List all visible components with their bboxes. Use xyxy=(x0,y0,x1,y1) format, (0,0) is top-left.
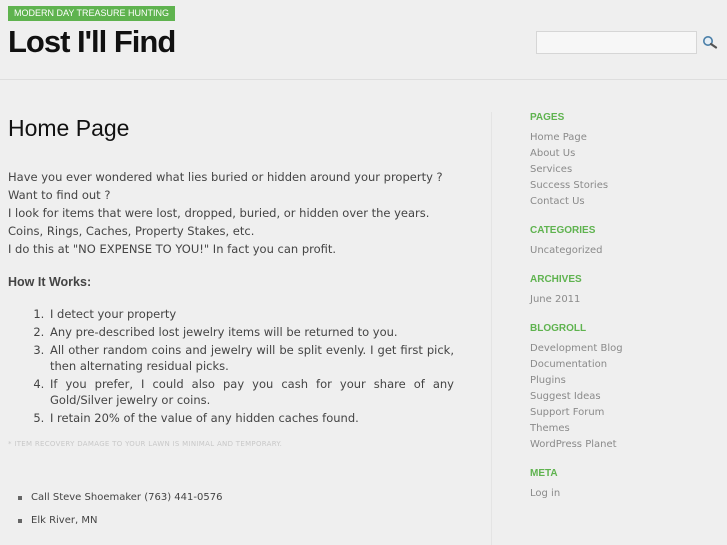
bullet-icon xyxy=(18,518,22,523)
widget-blogroll: BLOGROLL Development Blog Documentation … xyxy=(530,319,720,453)
intro-line: Want to find out ? xyxy=(8,188,111,202)
widget-title: ARCHIVES xyxy=(530,274,582,285)
sidebar-link-success-stories[interactable]: Success Stories xyxy=(530,178,720,194)
step-item: Any pre-described lost jewelry items wil… xyxy=(48,324,454,340)
bullet-icon xyxy=(18,495,22,500)
site-header: MODERN DAY TREASURE HUNTING Lost I'll Fi… xyxy=(0,0,727,80)
widget-title: CATEGORIES xyxy=(530,225,596,236)
contact-phone: Call Steve Shoemaker (763) 441-0576 xyxy=(31,492,223,503)
how-it-works-heading: How It Works: xyxy=(8,275,92,289)
sidebar-link-uncategorized[interactable]: Uncategorized xyxy=(530,243,720,259)
intro-line: I do this at "NO EXPENSE TO YOU!" In fac… xyxy=(8,242,337,256)
site-tagline: MODERN DAY TREASURE HUNTING xyxy=(8,6,176,21)
widget-archives: ARCHIVES June 2011 xyxy=(530,270,720,308)
sidebar-link-about-us[interactable]: About Us xyxy=(530,146,720,162)
step-item: If you prefer, I could also pay you cash… xyxy=(48,376,454,408)
sidebar-link-themes[interactable]: Themes xyxy=(530,421,720,437)
sidebar: PAGES Home Page About Us Services Succes… xyxy=(530,108,720,513)
intro-line: Have you ever wondered what lies buried … xyxy=(8,170,443,184)
sidebar-link-development-blog[interactable]: Development Blog xyxy=(530,341,720,357)
magnifier-icon xyxy=(703,35,718,49)
contact-item: Elk River, MN xyxy=(18,509,468,532)
step-item: All other random coins and jewelry will … xyxy=(48,342,454,374)
widget-title: META xyxy=(530,468,558,479)
contact-location: Elk River, MN xyxy=(31,515,98,526)
intro-text: Have you ever wondered what lies buried … xyxy=(8,168,468,258)
widget-pages: PAGES Home Page About Us Services Succes… xyxy=(530,108,720,210)
page-title: Home Page xyxy=(8,115,130,141)
sidebar-link-log-in[interactable]: Log in xyxy=(530,486,720,502)
sidebar-link-plugins[interactable]: Plugins xyxy=(530,373,720,389)
contact-item: Call Steve Shoemaker (763) 441-0576 xyxy=(18,486,468,509)
intro-line: Coins, Rings, Caches, Property Stakes, e… xyxy=(8,224,255,238)
site-title-link[interactable]: Lost I'll Find xyxy=(8,24,176,60)
contact-list: Call Steve Shoemaker (763) 441-0576 Elk … xyxy=(8,486,468,532)
widget-categories: CATEGORIES Uncategorized xyxy=(530,221,720,259)
step-item: I detect your property xyxy=(48,306,454,322)
search-button[interactable] xyxy=(700,34,720,52)
step-item: I retain 20% of the value of any hidden … xyxy=(48,410,454,426)
widget-title: PAGES xyxy=(530,112,565,123)
widget-meta: META Log in xyxy=(530,464,720,502)
sidebar-link-support-forum[interactable]: Support Forum xyxy=(530,405,720,421)
steps-list: I detect your property Any pre-described… xyxy=(8,306,454,426)
main-content: Home Page Have you ever wondered what li… xyxy=(8,100,468,532)
sidebar-link-home-page[interactable]: Home Page xyxy=(530,130,720,146)
column-divider xyxy=(491,112,492,545)
sidebar-link-documentation[interactable]: Documentation xyxy=(530,357,720,373)
sidebar-link-contact-us[interactable]: Contact Us xyxy=(530,194,720,210)
sidebar-link-june-2011[interactable]: June 2011 xyxy=(530,292,720,308)
intro-line: I look for items that were lost, dropped… xyxy=(8,206,430,220)
search-input[interactable] xyxy=(536,31,697,54)
widget-title: BLOGROLL xyxy=(530,323,587,334)
sidebar-link-services[interactable]: Services xyxy=(530,162,720,178)
sidebar-link-wordpress-planet[interactable]: WordPress Planet xyxy=(530,437,720,453)
footnote: * ITEM RECOVERY DAMAGE TO YOUR LAWN IS M… xyxy=(8,440,283,448)
sidebar-link-suggest-ideas[interactable]: Suggest Ideas xyxy=(530,389,720,405)
